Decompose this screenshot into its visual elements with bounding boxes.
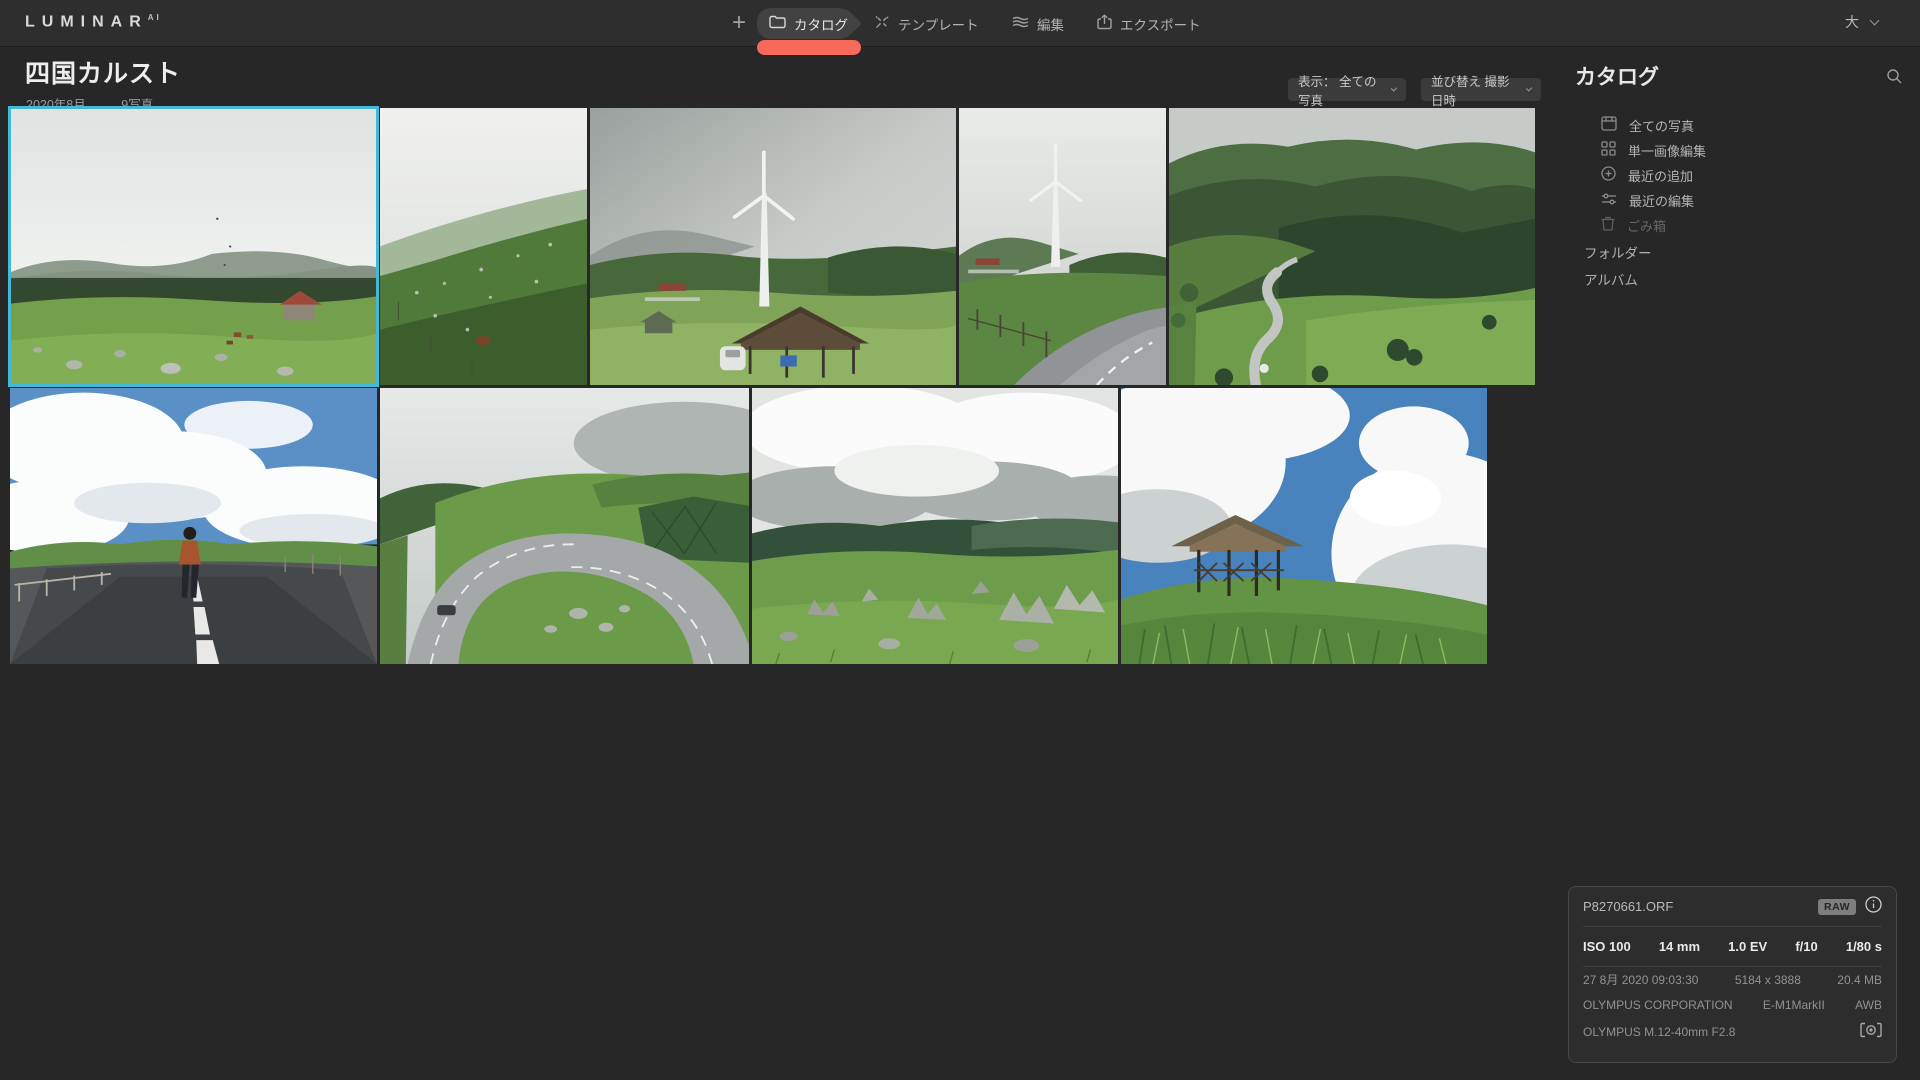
exif-focal-length: 14 mm bbox=[1658, 939, 1701, 954]
page-title: 四国カルスト bbox=[25, 60, 182, 88]
sidebar-item-label: 全ての写真 bbox=[1629, 118, 1695, 134]
tab-templates-label: テンプレート bbox=[898, 17, 979, 33]
trash-icon bbox=[1601, 216, 1615, 234]
meta-row-camera: OLYMPUS CORPORATION E-M1MarkII AWB bbox=[1583, 992, 1882, 1017]
photo-thumbnail-8[interactable] bbox=[752, 388, 1118, 664]
meta-row-datetime: 27 8月 2020 09:03:30 5184 x 3888 20.4 MB bbox=[1583, 967, 1882, 992]
white-balance: AWB bbox=[1855, 997, 1882, 1012]
active-tab-indicator bbox=[757, 40, 861, 55]
camera-model: E-M1MarkII bbox=[1762, 997, 1825, 1012]
exif-iso: ISO 100 bbox=[1583, 939, 1631, 954]
file-size: 20.4 MB bbox=[1837, 972, 1882, 987]
info-icon[interactable] bbox=[1865, 895, 1882, 918]
camera-maker: OLYMPUS CORPORATION bbox=[1583, 997, 1733, 1012]
thumbnail-size-value: 大 bbox=[1845, 14, 1859, 30]
chevron-down-icon bbox=[1869, 15, 1880, 25]
sidebar-item-recently-edited[interactable]: 最近の編集 bbox=[1601, 191, 1694, 209]
sidebar-item-single-image-edits[interactable]: 単一画像編集 bbox=[1601, 141, 1706, 159]
tab-edit-label: 編集 bbox=[1037, 17, 1064, 33]
top-bar: LUMINARAI + カタログ テンプレート 編集 エクスポート 大 bbox=[0, 0, 1920, 47]
chevron-down-icon bbox=[1390, 84, 1398, 92]
catalog-panel-title: カタログ bbox=[1575, 66, 1659, 89]
photo-thumbnail-7[interactable] bbox=[380, 388, 749, 664]
sidebar-item-label: 単一画像編集 bbox=[1628, 143, 1707, 159]
photo-thumbnail-6[interactable] bbox=[10, 388, 377, 664]
sidebar-section-folders[interactable]: フォルダー bbox=[1584, 242, 1652, 262]
folder-icon bbox=[769, 15, 786, 32]
sliders-icon bbox=[1601, 192, 1617, 209]
tab-templates[interactable]: テンプレート bbox=[862, 8, 991, 39]
plus-circle-icon bbox=[1601, 166, 1616, 184]
tab-catalog[interactable]: カタログ bbox=[757, 8, 862, 39]
tab-export-label: エクスポート bbox=[1120, 17, 1201, 33]
exif-ev: 1.0 EV bbox=[1728, 939, 1768, 954]
tab-catalog-label: カタログ bbox=[794, 17, 848, 33]
app-logo-ai: AI bbox=[147, 13, 162, 22]
meta-row-lens: OLYMPUS M.12-40mm F2.8 bbox=[1583, 1017, 1882, 1046]
photo-thumbnail-3[interactable] bbox=[590, 108, 956, 385]
sidebar-section-albums[interactable]: アルバム bbox=[1584, 269, 1638, 289]
photo-info-panel: P8270661.ORF RAW ISO 100 14 mm 1.0 EV f/… bbox=[1568, 886, 1897, 1063]
sidebar-item-label: 最近の追加 bbox=[1628, 168, 1694, 184]
tab-edit[interactable]: 編集 bbox=[1000, 8, 1076, 39]
export-icon bbox=[1097, 14, 1112, 33]
search-icon[interactable] bbox=[1886, 68, 1902, 89]
exif-row: ISO 100 14 mm 1.0 EV f/10 1/80 s bbox=[1583, 927, 1882, 966]
show-filter-label: 表示： 全ての写真 bbox=[1298, 74, 1377, 108]
photo-thumbnail-1[interactable] bbox=[8, 106, 379, 387]
camera-icon[interactable] bbox=[1860, 1022, 1882, 1041]
sidebar-item-label: 最近の編集 bbox=[1629, 193, 1695, 209]
photo-filename: P8270661.ORF bbox=[1583, 899, 1674, 914]
sort-dropdown[interactable]: 並び替え 撮影日時 bbox=[1421, 75, 1541, 108]
photo-thumbnail-2[interactable] bbox=[380, 108, 587, 385]
capture-datetime: 27 8月 2020 09:03:30 bbox=[1583, 973, 1699, 987]
photos-icon bbox=[1601, 116, 1617, 134]
photo-thumbnail-9[interactable] bbox=[1121, 388, 1487, 664]
chevron-down-icon bbox=[1525, 84, 1533, 92]
sidebar-item-all-photos[interactable]: 全ての写真 bbox=[1601, 116, 1694, 134]
wand-icon bbox=[874, 14, 890, 33]
thumbnail-size-control[interactable]: 大 bbox=[1845, 12, 1880, 32]
tab-export[interactable]: エクスポート bbox=[1085, 8, 1213, 39]
luminar-app-window: LUMINARAI + カタログ テンプレート 編集 エクスポート 大 四国カル… bbox=[0, 0, 1920, 1080]
photo-thumbnail-4[interactable] bbox=[959, 108, 1166, 385]
photo-thumbnail-5[interactable] bbox=[1169, 108, 1535, 385]
exif-aperture: f/10 bbox=[1795, 939, 1818, 954]
sort-label: 並び替え 撮影日時 bbox=[1431, 74, 1510, 108]
sliders-icon bbox=[1012, 15, 1029, 32]
lens-name: OLYMPUS M.12-40mm F2.8 bbox=[1583, 1024, 1736, 1039]
app-logo: LUMINARAI bbox=[25, 13, 162, 31]
show-filter-dropdown[interactable]: 表示： 全ての写真 bbox=[1288, 75, 1406, 108]
sidebar-item-label: ごみ箱 bbox=[1627, 218, 1667, 234]
add-photos-button[interactable]: + bbox=[722, 6, 756, 40]
sidebar-item-trash[interactable]: ごみ箱 bbox=[1601, 216, 1666, 234]
grid-icon bbox=[1601, 141, 1616, 159]
image-dimensions: 5184 x 3888 bbox=[1734, 972, 1801, 987]
raw-format-badge: RAW bbox=[1818, 898, 1856, 915]
exif-shutter: 1/80 s bbox=[1845, 939, 1882, 954]
sidebar-item-recently-added[interactable]: 最近の追加 bbox=[1601, 166, 1693, 184]
